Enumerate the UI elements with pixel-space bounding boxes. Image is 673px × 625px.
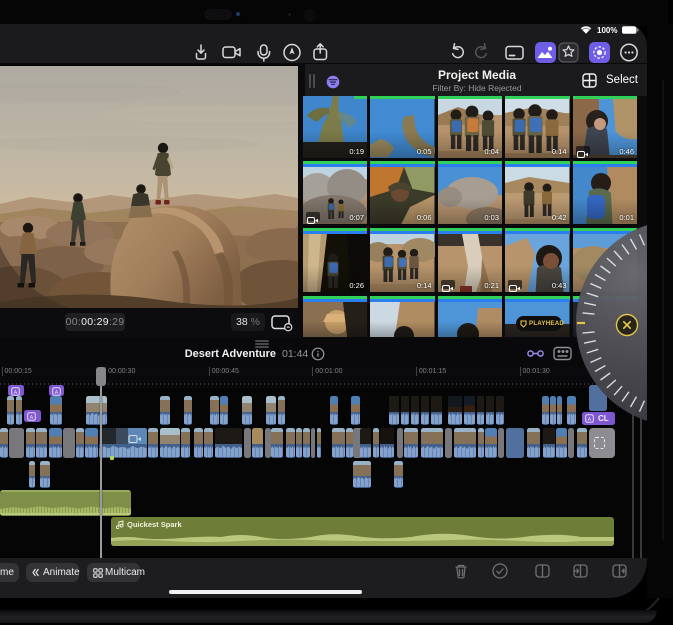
svg-text:A: A [13, 389, 17, 395]
svg-text:A: A [54, 389, 58, 395]
svg-text:100%: 100% [597, 26, 617, 35]
svg-text:A: A [29, 414, 33, 420]
